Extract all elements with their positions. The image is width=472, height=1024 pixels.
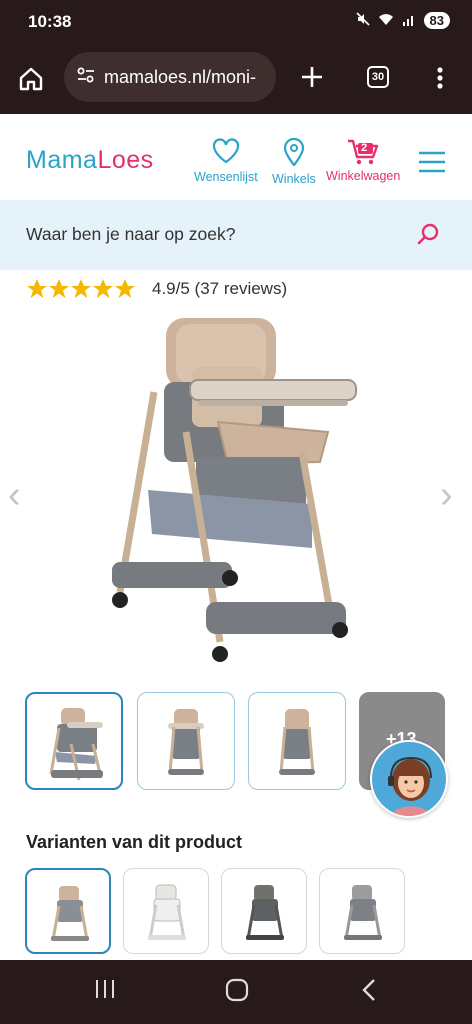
more-menu-icon[interactable] [436,66,444,90]
mute-icon [355,12,370,29]
wishlist-link[interactable]: Wensenlijst [194,138,258,184]
variants-heading: Varianten van dit product [26,832,243,852]
highchair-thumb-image [168,709,204,775]
product-image-highchair[interactable] [106,312,368,666]
signal-icon [402,13,416,29]
location-pin-icon [282,137,306,169]
browser-toolbar: mamaloes.nl/moni- 30 [0,46,472,114]
cart-count-badge: 2 [361,142,368,154]
wishlist-label: Wensenlijst [194,170,258,184]
new-tab-icon[interactable] [300,65,324,89]
status-icons: 83 [355,12,450,29]
variant-option-grey[interactable] [319,868,405,954]
back-nav-icon[interactable] [360,978,378,1007]
search-icon[interactable] [416,222,440,251]
variant-option-dark-grey[interactable] [221,868,307,954]
variant-image [51,886,89,941]
home-icon[interactable] [18,66,44,92]
gallery-thumbnail[interactable] [25,692,123,790]
highchair-thumb-image [279,709,315,775]
gallery-next-arrow[interactable]: › [440,476,453,514]
gallery-thumbnail[interactable] [248,692,346,790]
cart-link[interactable]: 2 Winkelwagen [326,138,400,183]
cart-label: Winkelwagen [326,169,401,183]
wifi-icon [378,13,394,29]
site-settings-icon[interactable] [76,66,96,89]
variant-option-white[interactable] [123,868,209,954]
recent-apps-icon[interactable] [94,978,116,1005]
tab-count-button[interactable]: 30 [367,66,389,88]
search-input[interactable]: Waar ben je naar op zoek? [26,224,235,245]
home-nav-icon[interactable] [225,978,249,1007]
site-logo[interactable]: MamaLoes [26,146,154,175]
hamburger-menu-icon[interactable] [418,150,446,179]
heart-icon [212,138,240,167]
battery-badge: 83 [423,12,450,29]
star-rating-icon [27,279,135,298]
stores-label: Winkels [272,172,316,186]
search-bar[interactable]: Waar ben je naar op zoek? [0,200,472,270]
variant-image [148,884,186,940]
variant-image [344,885,382,940]
status-time: 10:38 [28,12,72,31]
url-text: mamaloes.nl/moni- [104,66,257,87]
gallery-prev-arrow[interactable]: ‹ [8,476,21,514]
stores-link[interactable]: Winkels [272,137,316,186]
gallery-thumbnail[interactable] [137,692,235,790]
product-rating[interactable]: 4.9/5 (37 reviews) [26,278,287,300]
url-field[interactable]: mamaloes.nl/moni- [64,52,276,102]
rating-text: 4.9/5 (37 reviews) [152,279,288,298]
highchair-thumb-image [49,708,103,781]
chat-assistant-button[interactable] [370,740,448,818]
variant-image [246,885,284,940]
chat-agent-avatar-icon [388,756,432,816]
status-bar: 10:38 83 [0,0,472,46]
variant-option-beige[interactable] [25,868,111,954]
cart-icon: 2 [346,138,380,166]
